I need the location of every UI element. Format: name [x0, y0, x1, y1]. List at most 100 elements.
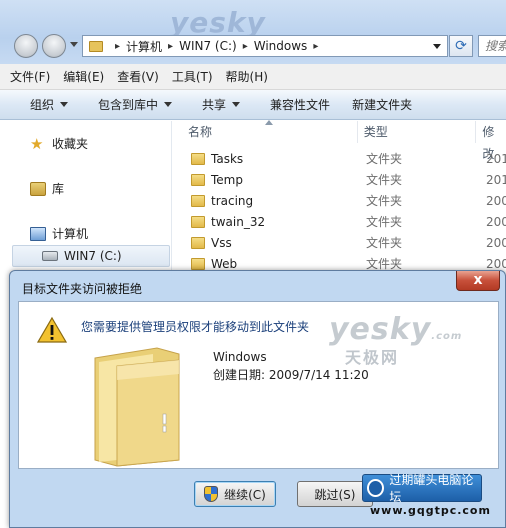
menu-edit[interactable]: 编辑(E) — [63, 68, 104, 85]
nav-library-label: 库 — [52, 182, 65, 196]
file-type: 文件夹 — [366, 194, 403, 208]
folder-icon — [191, 152, 205, 165]
folder-icon — [191, 257, 205, 270]
column-name-label: 名称 — [188, 125, 213, 139]
chevron-right-icon[interactable]: ▸ — [313, 41, 318, 52]
chevron-down-icon — [164, 102, 173, 107]
include-in-library-button[interactable]: 包含到库中 — [98, 96, 173, 113]
list-item[interactable]: Temp 文件夹 201 — [173, 169, 506, 190]
warning-icon — [37, 316, 67, 343]
back-button[interactable] — [14, 34, 38, 58]
dialog-body: 您需要提供管理员权限才能移动到此文件夹 yesky.com 天极网 Window… — [18, 301, 499, 469]
address-bar[interactable]: ▸ 计算机 ▸ WIN7 (C:) ▸ Windows ▸ — [82, 35, 448, 57]
title-bar: yesky ▸ 计算机 ▸ WIN7 (C:) ▸ Windows ▸ ⟳ 搜索 — [0, 0, 506, 64]
nav-library[interactable]: 库 — [30, 180, 64, 197]
menu-help[interactable]: 帮助(H) — [226, 68, 268, 85]
file-date: 200 — [486, 235, 506, 250]
refresh-button[interactable]: ⟳ — [449, 35, 473, 57]
breadcrumb-computer[interactable]: 计算机 — [126, 38, 162, 55]
menu-bar: 文件(F) 编辑(E) 查看(V) 工具(T) 帮助(H) — [0, 64, 506, 90]
file-type: 文件夹 — [366, 173, 403, 187]
file-name: Web — [211, 256, 238, 271]
chevron-right-icon[interactable]: ▸ — [168, 41, 173, 52]
forum-logo-icon — [367, 479, 385, 497]
nav-drive-label: WIN7 (C:) — [64, 249, 122, 263]
command-bar: 组织 包含到库中 共享 兼容性文件 新建文件夹 — [0, 90, 506, 120]
file-name: Vss — [211, 235, 232, 250]
watermark-logo: yesky.com — [329, 312, 462, 347]
file-name: Tasks — [211, 151, 244, 166]
share-label: 共享 — [202, 98, 227, 112]
file-name: twain_32 — [211, 214, 266, 229]
file-date: 200 — [486, 193, 506, 208]
forum-name: 过期罐头电脑论坛 — [389, 473, 474, 504]
folder-icon — [191, 194, 205, 207]
close-icon: x — [473, 272, 483, 288]
breadcrumb-windows[interactable]: Windows — [254, 39, 308, 53]
site-url: www.gqgtpc.com — [370, 504, 491, 517]
library-icon — [30, 181, 46, 196]
breadcrumb-drive[interactable]: WIN7 (C:) — [179, 39, 237, 53]
organize-label: 组织 — [30, 98, 55, 112]
close-button[interactable]: x — [456, 271, 500, 291]
file-date: 201 — [486, 151, 506, 166]
nav-favorites-label: 收藏夹 — [52, 137, 89, 151]
folder-icon — [89, 40, 103, 52]
watermark-cn: 天极网 — [345, 348, 400, 367]
compat-files-button[interactable]: 兼容性文件 — [270, 96, 330, 113]
share-button[interactable]: 共享 — [202, 96, 241, 113]
list-item[interactable]: Tasks 文件夹 201 — [173, 148, 506, 169]
file-list: 名称 类型 修改 Tasks 文件夹 201 Temp 文件夹 201 trac… — [173, 120, 506, 281]
new-folder-button[interactable]: 新建文件夹 — [352, 96, 412, 113]
target-folder-created: 创建日期: 2009/7/14 11:20 — [213, 368, 369, 382]
folder-icon — [191, 215, 205, 228]
uac-shield-icon — [204, 486, 219, 502]
chevron-right-icon[interactable]: ▸ — [243, 41, 248, 52]
nav-favorites[interactable]: ★ 收藏夹 — [30, 135, 88, 152]
nav-computer[interactable]: 计算机 — [30, 225, 88, 242]
file-date: 201 — [486, 172, 506, 187]
sort-ascending-icon — [265, 120, 273, 125]
computer-icon — [30, 226, 46, 241]
list-item[interactable]: twain_32 文件夹 200 — [173, 211, 506, 232]
folder-icon — [191, 236, 205, 249]
nav-computer-label: 计算机 — [52, 227, 89, 241]
file-rows: Tasks 文件夹 201 Temp 文件夹 201 tracing 文件夹 2… — [173, 148, 506, 274]
organize-button[interactable]: 组织 — [30, 96, 69, 113]
watermark-main: yesky — [329, 312, 432, 347]
recent-pages-chevron-icon[interactable] — [70, 42, 78, 47]
folder-icon — [94, 347, 180, 467]
search-input[interactable]: 搜索 — [478, 35, 506, 57]
target-folder-name: Windows — [213, 350, 267, 364]
continue-button[interactable]: 继续(C) — [194, 481, 276, 507]
navigation-pane: ★ 收藏夹 库 计算机 WIN7 (C:) — [0, 121, 172, 281]
dialog-message: 您需要提供管理员权限才能移动到此文件夹 — [81, 320, 310, 334]
forum-watermark-badge: 过期罐头电脑论坛 — [362, 473, 482, 504]
file-name: Temp — [211, 172, 243, 187]
drive-icon — [42, 251, 58, 261]
address-dropdown-icon[interactable] — [433, 43, 441, 49]
dialog-title: 目标文件夹访问被拒绝 — [22, 282, 143, 296]
chevron-down-icon — [232, 102, 241, 107]
column-header: 名称 类型 修改 — [173, 120, 506, 161]
column-name[interactable]: 名称 — [173, 120, 358, 143]
forward-button[interactable] — [42, 34, 66, 58]
continue-label: 继续(C) — [224, 487, 266, 502]
list-item[interactable]: Vss 文件夹 200 — [173, 232, 506, 253]
nav-drive-c[interactable]: WIN7 (C:) — [42, 249, 122, 263]
file-date: 200 — [486, 256, 506, 271]
column-modified[interactable]: 修改 — [476, 121, 506, 161]
file-type: 文件夹 — [366, 215, 403, 229]
column-type[interactable]: 类型 — [358, 121, 477, 143]
file-type: 文件夹 — [366, 152, 403, 166]
star-icon: ★ — [30, 134, 44, 153]
menu-file[interactable]: 文件(F) — [10, 68, 50, 85]
list-item[interactable]: tracing 文件夹 200 — [173, 190, 506, 211]
file-name: tracing — [211, 193, 254, 208]
menu-view[interactable]: 查看(V) — [117, 68, 159, 85]
file-date: 200 — [486, 214, 506, 229]
folder-icon — [191, 173, 205, 186]
file-type: 文件夹 — [366, 236, 403, 250]
chevron-right-icon[interactable]: ▸ — [115, 41, 120, 52]
menu-tools[interactable]: 工具(T) — [172, 68, 213, 85]
